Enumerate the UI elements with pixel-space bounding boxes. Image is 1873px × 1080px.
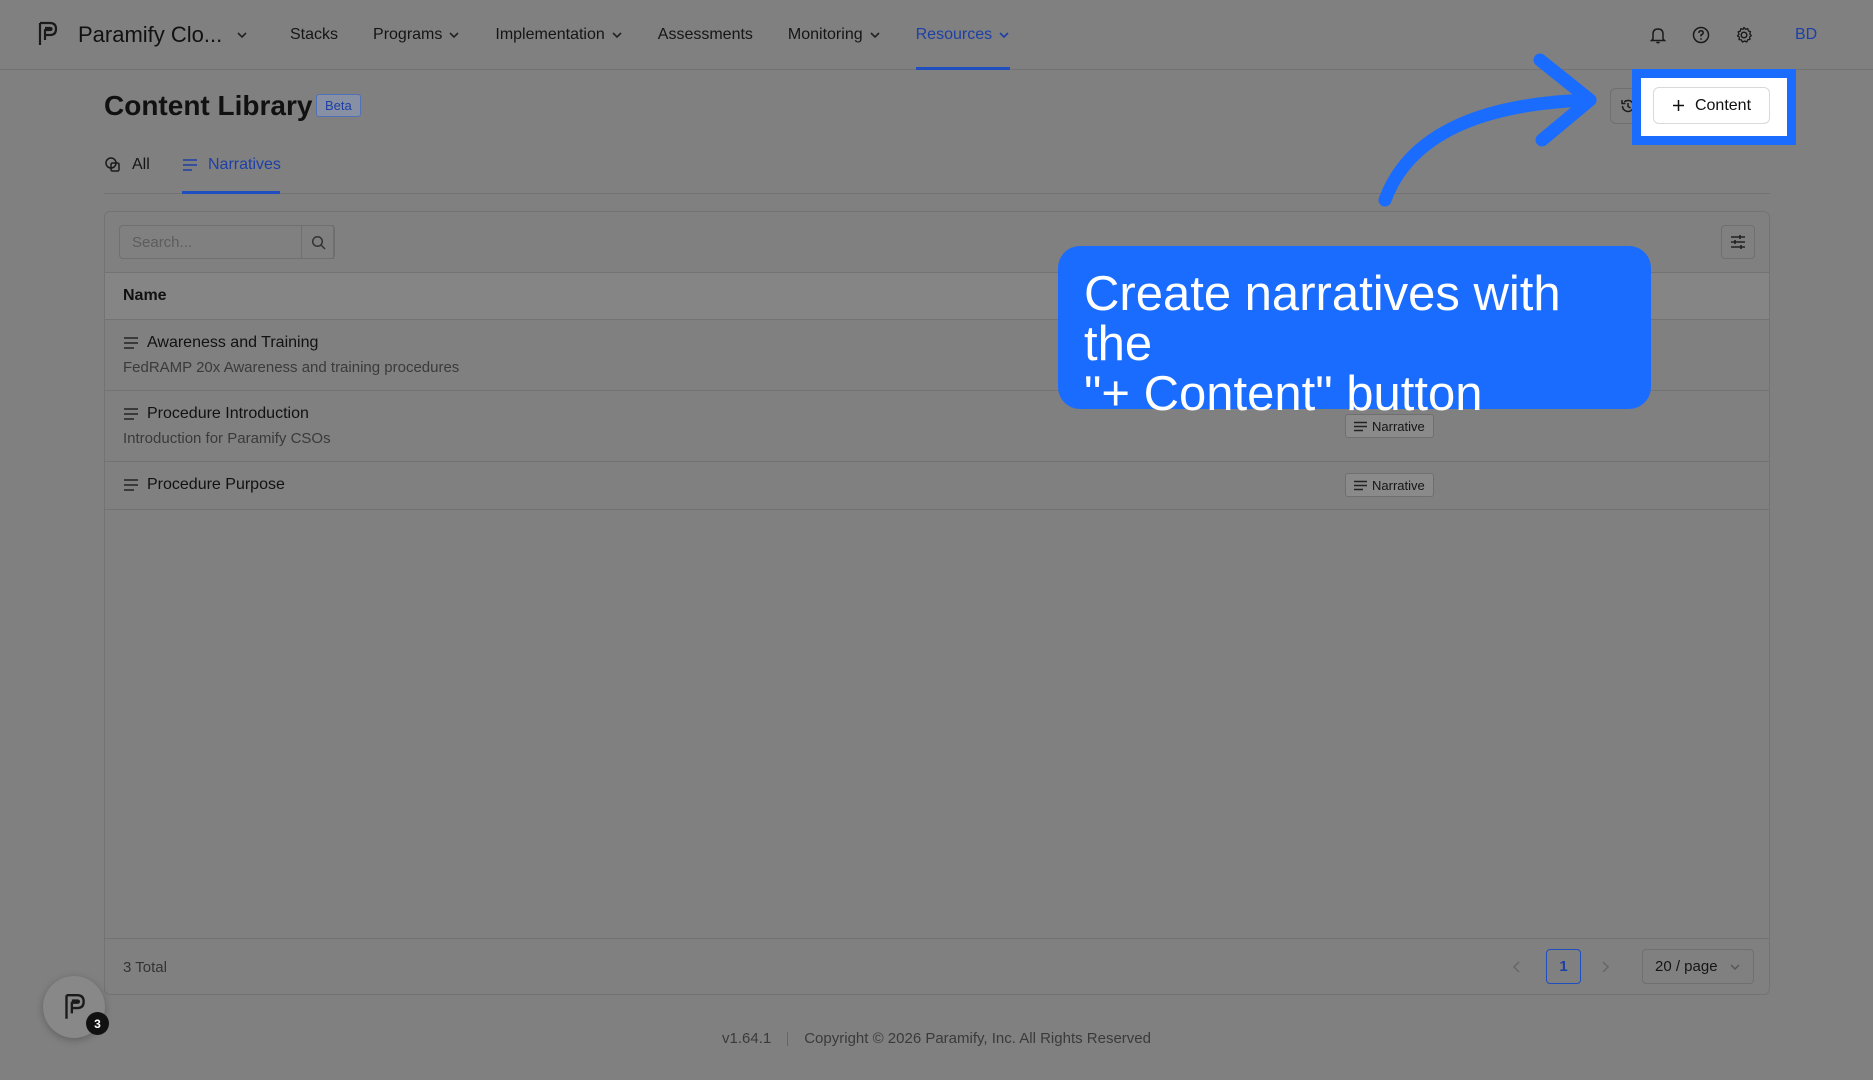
notification-count-badge: 3 [86,1012,109,1035]
search-icon [311,235,326,250]
nav-item-label: Resources [915,26,993,43]
chevron-down-icon [1730,964,1740,970]
table-row[interactable]: Procedure Purpose Narrative [105,462,1769,510]
narrative-icon [1354,480,1367,490]
nav-item-implementation[interactable]: Implementation [495,0,622,70]
tab-active-indicator [182,191,280,194]
nav-item-label: Programs [373,26,443,43]
row-description: Introduction for Paramify CSOs [123,430,331,447]
row-title[interactable]: Awareness and Training [123,334,318,352]
row-title[interactable]: Procedure Purpose [123,476,285,494]
version-text: v1.64.1 [722,1030,772,1047]
paramify-logo-icon [65,994,85,1019]
callout-line: "+ Content" button [1084,367,1483,421]
beta-badge: Beta [316,94,361,117]
page-size-select[interactable]: 20 / page [1642,949,1754,984]
column-settings-button[interactable] [1721,225,1755,259]
tab-narratives[interactable]: Narratives [182,156,281,174]
table-footer: 3 Total 1 20 / page [105,938,1769,995]
help-icon[interactable] [1691,25,1711,45]
copyright-text: Copyright © 2026 Paramify, Inc. All Righ… [804,1030,1151,1047]
nav-item-label: Assessments [657,26,753,43]
type-tag: Narrative [1345,473,1434,497]
nav-item-monitoring[interactable]: Monitoring [788,0,881,70]
chevron-right-icon[interactable] [1595,957,1615,977]
page-title: Content Library [104,90,313,121]
tab-all[interactable]: All [104,156,150,174]
type-tag-label: Narrative [1372,477,1425,493]
column-name-header[interactable]: Name [123,287,167,305]
nav-item-label: Stacks [290,26,339,43]
gear-icon[interactable] [1734,25,1754,45]
row-title-text: Procedure Purpose [147,476,285,493]
bell-icon[interactable] [1648,25,1668,45]
tab-label: All [132,156,150,173]
chevron-down-icon [870,32,880,39]
tab-label: Narratives [208,156,281,173]
lines-icon [183,159,197,171]
narrative-icon [124,479,138,491]
total-count: 3 Total [123,959,167,976]
plus-icon [1672,100,1684,111]
sliders-icon [1731,235,1745,249]
main-nav: Stacks Programs Implementation Assessmen… [290,0,1045,70]
page-size-value: 20 / page [1655,958,1718,975]
add-content-button[interactable]: Content [1653,87,1770,124]
chevron-down-icon [612,32,622,39]
org-name: Paramify Clo... [78,22,223,47]
nav-item-resources[interactable]: Resources [915,0,1011,70]
page-number-current[interactable]: 1 [1546,949,1581,984]
narrative-icon [1354,421,1367,431]
chevron-down-icon [449,32,459,39]
callout-line: Create narratives with the [1084,267,1561,371]
nav-item-programs[interactable]: Programs [373,0,460,70]
narrative-icon [124,337,138,349]
add-content-label: Content [1694,96,1752,114]
all-icon [105,157,120,172]
org-switcher[interactable]: Paramify Clo... [78,22,248,48]
avatar[interactable]: BD [1795,26,1817,44]
row-description: FedRAMP 20x Awareness and training proce… [123,359,460,376]
chevron-down-icon [999,32,1009,39]
paramify-logo-icon[interactable] [36,20,58,48]
row-title-text: Procedure Introduction [147,405,309,422]
nav-item-stacks[interactable]: Stacks [290,0,338,70]
row-title-text: Awareness and Training [147,334,319,351]
footer-divider [787,1032,789,1047]
nav-item-assessments[interactable]: Assessments [658,0,753,70]
chevron-left-icon[interactable] [1507,957,1527,977]
row-title[interactable]: Procedure Introduction [123,405,309,423]
search-button[interactable] [301,225,335,259]
chevron-down-icon [237,32,247,39]
annotation-arrow-icon [1378,53,1597,207]
narrative-icon [124,408,138,420]
nav-item-label: Implementation [495,26,605,43]
annotation-callout: Create narratives with the "+ Content" b… [1058,246,1651,419]
page-footer: v1.64.1 Copyright © 2026 Paramify, Inc. A… [0,1030,1873,1047]
nav-item-label: Monitoring [787,26,863,43]
